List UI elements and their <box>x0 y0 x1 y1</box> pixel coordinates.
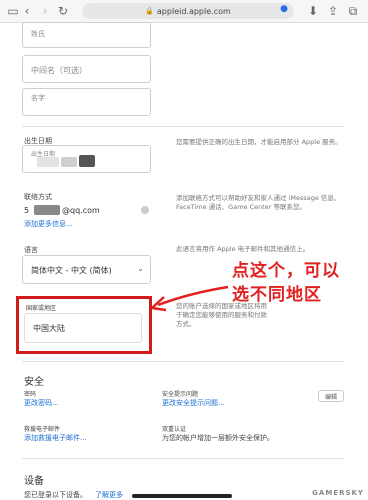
share-icon[interactable]: ⇪ <box>324 2 342 20</box>
language-value: 简体中文 - 中文 (简体) <box>31 266 112 275</box>
watermark-text: GAMERSKY <box>312 489 364 497</box>
email-prefix: 5 <box>24 206 30 215</box>
security-title: 安全 <box>24 377 44 388</box>
two-factor-label: 双重认证 <box>162 426 187 433</box>
reload-icon[interactable]: ↻ <box>54 2 72 20</box>
email-suffix: @qq.com <box>62 206 100 215</box>
remove-email-icon[interactable] <box>141 206 149 214</box>
security-questions-label: 安全提示问题 <box>162 391 199 398</box>
birthday-description: 您需要提供正确的出生日期，才能启用部分 Apple 服务。 <box>176 138 342 146</box>
microphone-icon[interactable]: ● <box>280 4 288 14</box>
browser-toolbar: ▭ ‹ › ↻ 🔒 appleid.apple.com ● ⬇ ⇪ ⧉ <box>0 0 368 23</box>
redacted-email <box>34 205 60 215</box>
home-indicator <box>132 494 232 498</box>
chevron-down-icon: ⌄ <box>137 264 144 273</box>
add-more-info-link[interactable]: 添加更多信息... <box>24 219 73 229</box>
lock-icon: 🔒 <box>145 7 154 15</box>
last-name-field[interactable]: 姓氏 <box>22 22 151 48</box>
contact-label: 联络方式 <box>24 193 52 201</box>
last-name-placeholder: 姓氏 <box>31 30 45 38</box>
learn-more-link[interactable]: 了解更多 <box>95 490 123 500</box>
devices-description: 您已登录以下设备。 <box>24 491 87 499</box>
first-name-field[interactable]: 名字 <box>22 88 151 116</box>
middle-name-field[interactable]: 中间名（可选） <box>22 55 151 83</box>
birthday-field[interactable]: 出生日期 <box>22 145 151 173</box>
devices-title: 设备 <box>24 476 44 487</box>
divider <box>22 126 344 127</box>
first-name-placeholder: 名字 <box>31 94 45 102</box>
region-label: 国家或地区 <box>26 305 57 312</box>
back-icon[interactable]: ‹ <box>18 2 36 20</box>
two-factor-description: 为您的帐户增加一层额外安全保护。 <box>162 434 274 442</box>
download-icon[interactable]: ⬇ <box>304 2 322 20</box>
change-password-link[interactable]: 更改密码... <box>24 398 59 408</box>
redacted-day <box>79 155 95 167</box>
contact-description: 添加联络方式可以帮助好友和家人通过 iMessage 信息、FaceTime 通… <box>176 194 341 211</box>
add-rescue-email-link[interactable]: 添加救援电子邮件... <box>24 433 87 443</box>
region-select[interactable]: 中国大陆 <box>24 313 142 343</box>
redacted-year <box>37 157 59 167</box>
language-select[interactable]: 简体中文 - 中文 (简体) ⌄ <box>22 255 151 284</box>
password-label: 密码 <box>24 391 37 398</box>
forward-icon[interactable]: › <box>36 2 54 20</box>
address-bar[interactable]: 🔒 appleid.apple.com ● <box>82 3 294 19</box>
divider <box>22 458 344 459</box>
language-description: 此语言将用作 Apple 电子邮件和其他通信上。 <box>176 245 310 253</box>
redacted-month <box>61 157 77 167</box>
tabs-icon[interactable]: ⧉ <box>344 2 362 20</box>
region-description: 您的账户选择的国家或地区将用于确定您能够使用的服务和付款方式。 <box>176 302 267 328</box>
middle-name-placeholder: 中间名（可选） <box>31 66 87 75</box>
divider <box>22 361 344 362</box>
rescue-email-label: 救援电子邮件 <box>24 426 61 433</box>
url-text: appleid.apple.com <box>156 6 231 16</box>
language-label: 语言 <box>24 246 38 254</box>
edit-button[interactable]: 编辑 <box>318 390 344 402</box>
region-value: 中国大陆 <box>33 324 65 333</box>
annotation-line-1: 点这个，可以 <box>232 261 340 281</box>
change-security-questions-link[interactable]: 更改安全提示问题... <box>162 398 225 408</box>
